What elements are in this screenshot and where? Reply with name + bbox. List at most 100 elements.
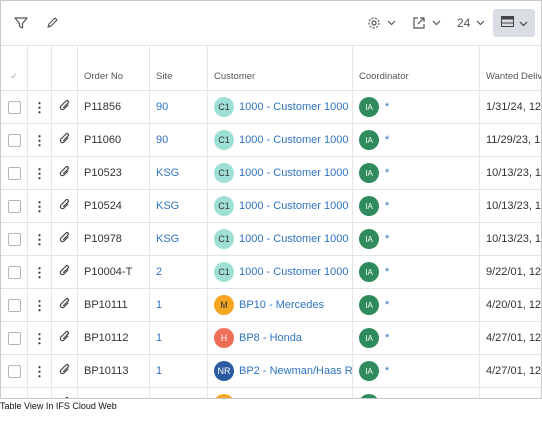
wanted-delivery-cell: 10/13/23, 12 bbox=[479, 223, 541, 255]
table-row[interactable]: ⋮ P11060 90 C1 1000 - Customer 1000 IA *… bbox=[1, 123, 541, 156]
site-link[interactable]: 2 bbox=[156, 266, 162, 278]
checkbox-box[interactable] bbox=[7, 298, 21, 312]
column-header-order-no[interactable]: Order No bbox=[77, 46, 149, 90]
row-checkbox[interactable] bbox=[1, 223, 27, 255]
row-checkbox[interactable] bbox=[1, 124, 27, 156]
coordinator-avatar[interactable]: IA bbox=[359, 97, 379, 117]
customer-link[interactable]: 1000 - Customer 1000 bbox=[239, 134, 348, 146]
customer-link[interactable]: BP10 - Mercedes bbox=[239, 299, 324, 311]
checkbox-box[interactable] bbox=[7, 166, 21, 180]
row-attachment-button[interactable] bbox=[51, 388, 77, 398]
coordinator-avatar[interactable]: IA bbox=[359, 394, 379, 398]
site-link[interactable]: 90 bbox=[156, 101, 168, 113]
checkbox-box[interactable] bbox=[7, 232, 21, 246]
customer-link[interactable]: 1000 - Customer 1000 bbox=[239, 101, 348, 113]
checkbox-box[interactable] bbox=[7, 133, 21, 147]
row-menu-button[interactable]: ⋮ bbox=[27, 157, 51, 189]
select-all-checkbox[interactable]: ✓ bbox=[1, 46, 27, 90]
row-menu-button[interactable]: ⋮ bbox=[27, 355, 51, 387]
row-attachment-button[interactable] bbox=[51, 157, 77, 189]
row-attachment-button[interactable] bbox=[51, 256, 77, 288]
row-checkbox[interactable] bbox=[1, 355, 27, 387]
site-link[interactable]: 1 bbox=[156, 332, 162, 344]
row-attachment-button[interactable] bbox=[51, 91, 77, 123]
site-link[interactable]: KSG bbox=[156, 233, 179, 245]
coordinator-avatar[interactable]: IA bbox=[359, 295, 379, 315]
customer-link[interactable]: 1000 - Customer 1000 bbox=[239, 266, 348, 278]
row-menu-button[interactable]: ⋮ bbox=[27, 124, 51, 156]
customer-link[interactable]: 1000 - Customer 1000 bbox=[239, 200, 348, 212]
row-attachment-button[interactable] bbox=[51, 355, 77, 387]
column-header-site[interactable]: Site bbox=[149, 46, 207, 90]
row-checkbox[interactable] bbox=[1, 322, 27, 354]
row-attachment-button[interactable] bbox=[51, 223, 77, 255]
row-menu-button[interactable]: ⋮ bbox=[27, 289, 51, 321]
row-checkbox[interactable] bbox=[1, 388, 27, 398]
table-row[interactable]: ⋮ P10524 KSG C1 1000 - Customer 1000 IA … bbox=[1, 189, 541, 222]
site-link[interactable]: KSG bbox=[156, 200, 179, 212]
row-menu-button[interactable]: ⋮ bbox=[27, 91, 51, 123]
row-checkbox[interactable] bbox=[1, 91, 27, 123]
checkbox-box[interactable] bbox=[7, 364, 21, 378]
checkbox-box[interactable] bbox=[7, 265, 21, 279]
page-size-dropdown[interactable]: 24 bbox=[457, 11, 485, 35]
table-row[interactable]: ⋮ BP10115 1 M BP10 - Mercedes IA * 5/7/0… bbox=[1, 387, 541, 399]
coordinator-avatar[interactable]: IA bbox=[359, 229, 379, 249]
customer-link[interactable]: 1000 - Customer 1000 bbox=[239, 167, 348, 179]
star-icon: * bbox=[385, 398, 389, 399]
row-attachment-button[interactable] bbox=[51, 124, 77, 156]
row-checkbox[interactable] bbox=[1, 256, 27, 288]
row-attachment-button[interactable] bbox=[51, 190, 77, 222]
customer-link[interactable]: BP8 - Honda bbox=[239, 332, 302, 344]
site-link[interactable]: 1 bbox=[156, 365, 162, 377]
row-menu-button[interactable]: ⋮ bbox=[27, 388, 51, 398]
row-menu-button[interactable]: ⋮ bbox=[27, 256, 51, 288]
edit-button[interactable] bbox=[45, 11, 59, 35]
kebab-menu-icon: ⋮ bbox=[33, 363, 46, 379]
table-row[interactable]: ⋮ BP10112 1 H BP8 - Honda IA * 4/27/01, … bbox=[1, 321, 541, 354]
settings-dropdown[interactable] bbox=[367, 11, 396, 35]
paperclip-icon bbox=[59, 330, 71, 346]
checkbox-box[interactable] bbox=[7, 397, 21, 398]
coordinator-avatar[interactable]: IA bbox=[359, 130, 379, 150]
site-link[interactable]: 1 bbox=[156, 398, 162, 399]
row-menu-button[interactable]: ⋮ bbox=[27, 223, 51, 255]
coordinator-avatar[interactable]: IA bbox=[359, 196, 379, 216]
row-checkbox[interactable] bbox=[1, 289, 27, 321]
export-dropdown[interactable] bbox=[412, 11, 441, 35]
site-link[interactable]: KSG bbox=[156, 167, 179, 179]
row-attachment-button[interactable] bbox=[51, 289, 77, 321]
column-header-customer[interactable]: Customer bbox=[207, 46, 352, 90]
column-header-wanted-delivery[interactable]: Wanted Deliver bbox=[479, 46, 541, 90]
customer-link[interactable]: 1000 - Customer 1000 bbox=[239, 233, 348, 245]
coordinator-avatar[interactable]: IA bbox=[359, 163, 379, 183]
customer-link[interactable]: BP10 - Mercedes bbox=[239, 398, 324, 399]
row-checkbox[interactable] bbox=[1, 157, 27, 189]
table-row[interactable]: ⋮ P10978 KSG C1 1000 - Customer 1000 IA … bbox=[1, 222, 541, 255]
coordinator-avatar[interactable]: IA bbox=[359, 262, 379, 282]
filter-button[interactable] bbox=[13, 11, 29, 35]
checkbox-box[interactable] bbox=[7, 199, 21, 213]
row-menu-button[interactable]: ⋮ bbox=[27, 190, 51, 222]
view-mode-dropdown[interactable] bbox=[493, 9, 535, 37]
row-checkbox[interactable] bbox=[1, 190, 27, 222]
site-link[interactable]: 90 bbox=[156, 134, 168, 146]
table-row[interactable]: ⋮ BP10113 1 NR BP2 - Newman/Haas R... IA… bbox=[1, 354, 541, 387]
coordinator-avatar[interactable]: IA bbox=[359, 328, 379, 348]
table-row[interactable]: ⋮ P10523 KSG C1 1000 - Customer 1000 IA … bbox=[1, 156, 541, 189]
customer-link[interactable]: BP2 - Newman/Haas R... bbox=[239, 365, 352, 377]
coordinator-cell: IA * bbox=[352, 157, 479, 189]
order-no-cell: BP10113 bbox=[77, 355, 149, 387]
table-row[interactable]: ⋮ P10004-T 2 C1 1000 - Customer 1000 IA … bbox=[1, 255, 541, 288]
coordinator-cell: IA * bbox=[352, 91, 479, 123]
table-icon bbox=[500, 14, 514, 32]
row-attachment-button[interactable] bbox=[51, 322, 77, 354]
column-header-coordinator[interactable]: Coordinator bbox=[352, 46, 479, 90]
coordinator-avatar[interactable]: IA bbox=[359, 361, 379, 381]
checkbox-box[interactable] bbox=[7, 100, 21, 114]
row-menu-button[interactable]: ⋮ bbox=[27, 322, 51, 354]
table-row[interactable]: ⋮ BP10111 1 M BP10 - Mercedes IA * 4/20/… bbox=[1, 288, 541, 321]
site-link[interactable]: 1 bbox=[156, 299, 162, 311]
table-row[interactable]: ⋮ P11856 90 C1 1000 - Customer 1000 IA *… bbox=[1, 90, 541, 123]
checkbox-box[interactable] bbox=[7, 331, 21, 345]
